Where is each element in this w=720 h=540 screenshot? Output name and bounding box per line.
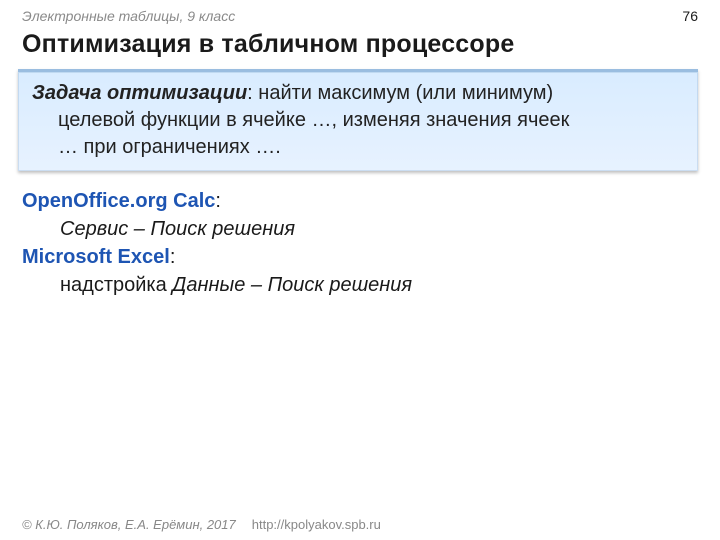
openoffice-colon: :	[215, 190, 221, 212]
excel-path: Данные – Поиск решения	[172, 274, 412, 296]
openoffice-path: Сервис – Поиск решения	[22, 215, 698, 243]
excel-addon-word: надстройка	[60, 274, 172, 296]
callout-line1-rest: найти максимум (или минимум)	[258, 82, 553, 104]
openoffice-line: OpenOffice.org Calc:	[22, 187, 698, 215]
footer-url: http://kpolyakov.spb.ru	[252, 517, 381, 532]
excel-name: Microsoft Excel	[22, 246, 170, 268]
excel-path-line: надстройка Данные – Поиск решения	[22, 271, 698, 299]
excel-colon: :	[170, 246, 176, 268]
callout-line3: … при ограничениях ….	[32, 134, 684, 161]
content-block: OpenOffice.org Calc: Сервис – Поиск реше…	[0, 181, 720, 299]
excel-line: Microsoft Excel:	[22, 243, 698, 271]
slide: Электронные таблицы, 9 класс 76 Оптимиза…	[0, 0, 720, 540]
openoffice-name: OpenOffice.org Calc	[22, 190, 215, 212]
callout-line2: целевой функции в ячейке …, изменяя знач…	[32, 107, 684, 134]
course-label: Электронные таблицы, 9 класс	[0, 8, 720, 24]
callout-lead: Задача оптимизации	[32, 82, 247, 104]
page-title: Оптимизация в табличном процессоре	[0, 24, 720, 65]
footer-copyright: © К.Ю. Поляков, Е.А. Ерёмин, 2017	[22, 517, 236, 532]
footer: © К.Ю. Поляков, Е.А. Ерёмин, 2017 http:/…	[0, 517, 720, 532]
definition-callout: Задача оптимизации: найти максимум (или …	[18, 69, 698, 171]
page-number: 76	[682, 8, 698, 24]
callout-colon: :	[247, 82, 258, 104]
